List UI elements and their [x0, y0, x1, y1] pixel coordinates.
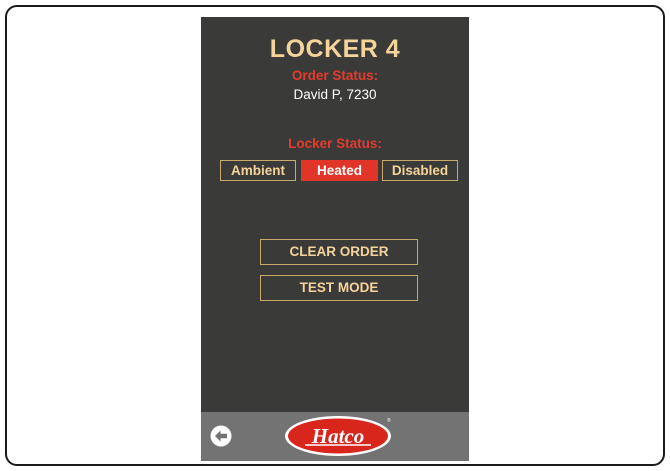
back-arrow-circle-icon[interactable] [210, 425, 232, 447]
locker-status-label: Locker Status: [288, 136, 382, 151]
svg-text:®: ® [387, 417, 391, 424]
page-title: LOCKER 4 [269, 35, 401, 63]
test-mode-button[interactable]: TEST MODE [260, 275, 418, 301]
locker-screen: LOCKER 4 Order Status: David P, 7230 Loc… [201, 17, 469, 461]
hatco-logo: Hatco ® [285, 416, 391, 456]
order-status-value: David P, 7230 [293, 87, 377, 102]
locker-status-heated-button[interactable]: Heated [301, 160, 378, 181]
clear-order-button[interactable]: CLEAR ORDER [260, 239, 418, 265]
order-status-label: Order Status: [291, 68, 379, 83]
locker-status-ambient-button[interactable]: Ambient [220, 160, 296, 181]
footer-bar: Hatco ® [201, 412, 469, 461]
locker-status-disabled-button[interactable]: Disabled [382, 160, 458, 181]
